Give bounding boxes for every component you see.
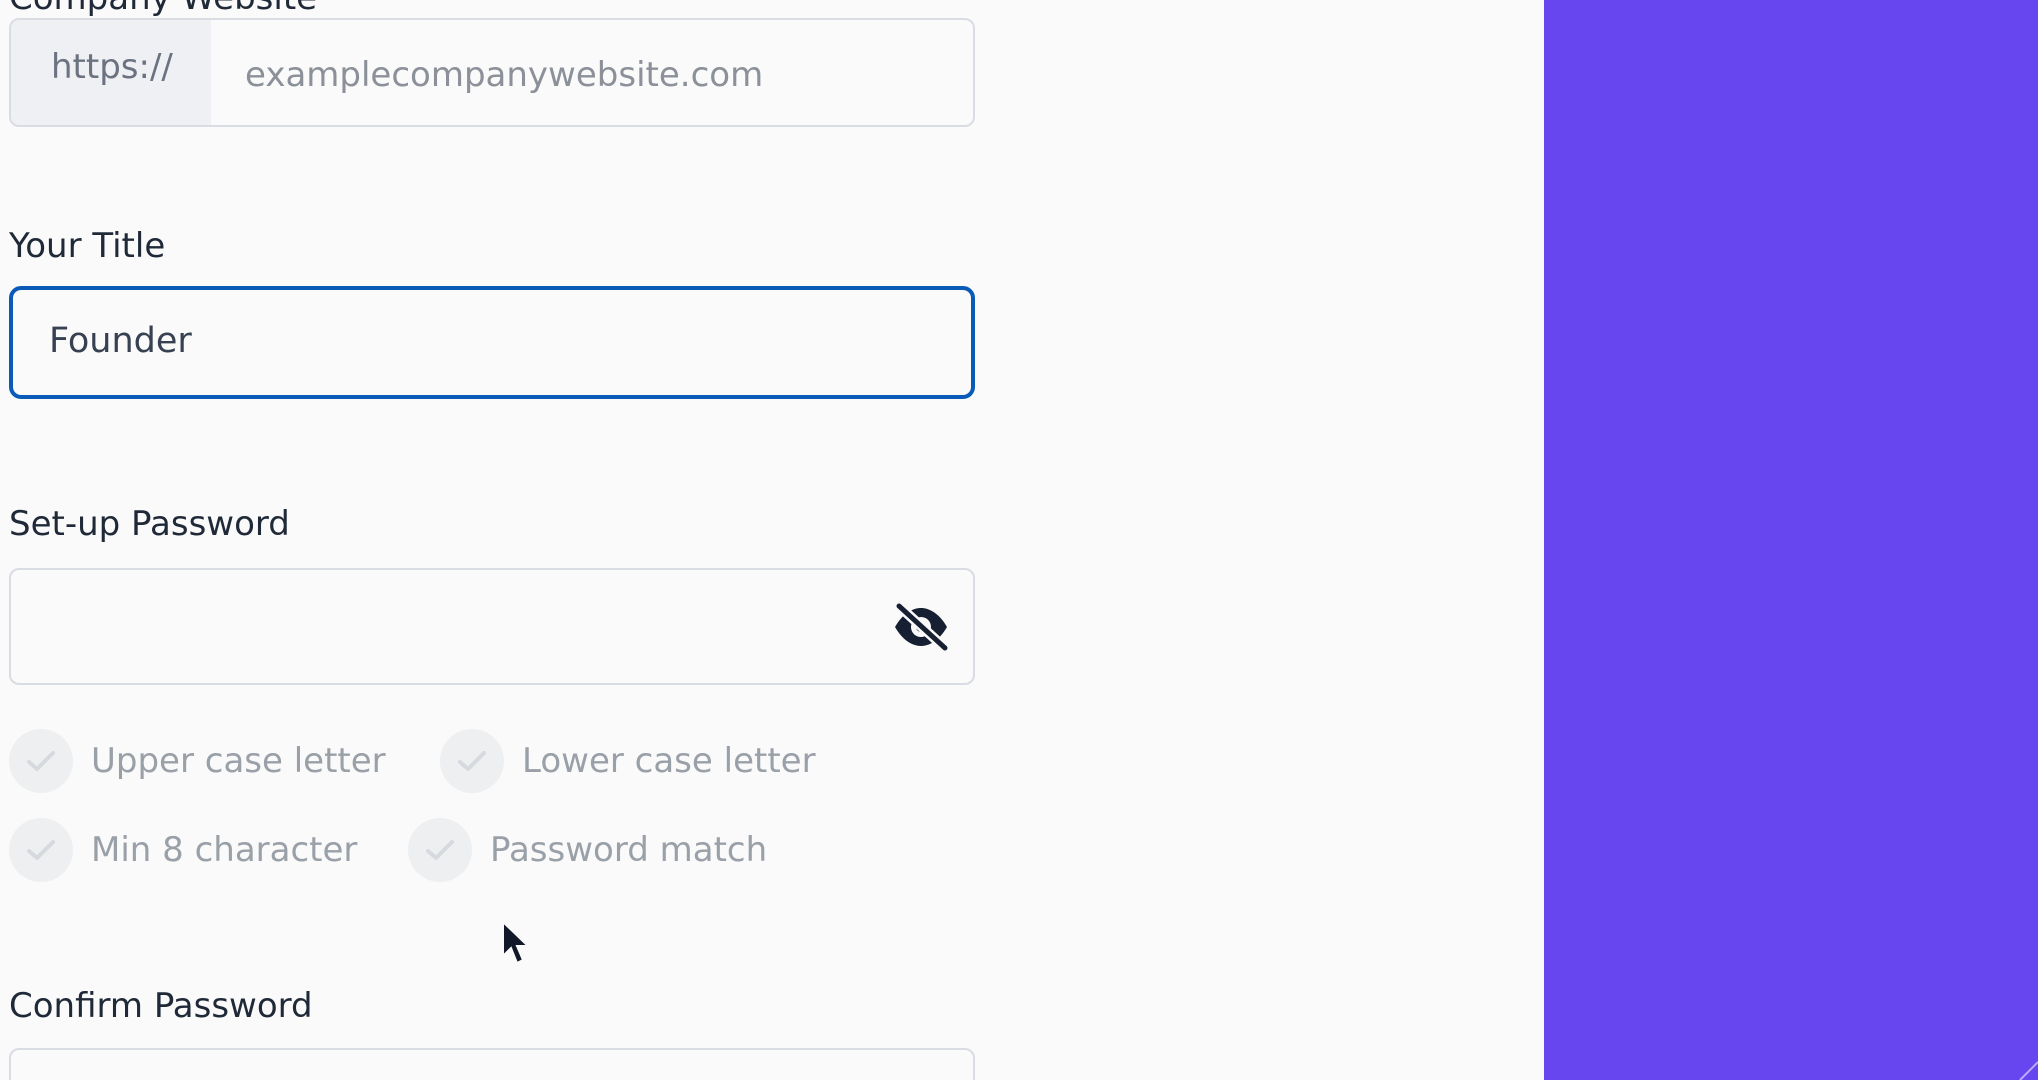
url-prefix-text: https:// xyxy=(51,47,173,87)
resize-handle-icon xyxy=(2019,1061,2038,1080)
url-prefix: https:// xyxy=(11,20,211,125)
company-website-field[interactable]: https:// examplecompanywebsite.com xyxy=(9,18,975,127)
requirement-min-length: Min 8 character xyxy=(9,818,357,882)
signup-form: Company Website https:// examplecompanyw… xyxy=(9,0,979,1080)
company-website-input[interactable]: examplecompanywebsite.com xyxy=(245,58,763,92)
setup-password-field[interactable] xyxy=(9,568,975,685)
requirement-upper-case: Upper case letter xyxy=(9,729,386,793)
your-title-input[interactable]: Founder xyxy=(49,324,192,359)
check-icon xyxy=(408,818,472,882)
requirement-label: Password match xyxy=(490,830,768,870)
mouse-cursor-icon xyxy=(502,920,531,965)
your-title-label: Your Title xyxy=(9,226,166,266)
company-website-label: Company Website xyxy=(9,0,317,18)
check-icon xyxy=(9,729,73,793)
check-icon xyxy=(9,818,73,882)
requirement-label: Lower case letter xyxy=(522,741,816,781)
requirement-label: Min 8 character xyxy=(91,830,358,870)
your-title-field[interactable]: Founder xyxy=(9,286,975,399)
eye-slash-icon[interactable] xyxy=(891,600,951,654)
brand-panel xyxy=(1544,0,2038,1080)
eye-slash-icon[interactable] xyxy=(891,1070,951,1080)
requirement-password-match: Password match xyxy=(408,818,767,882)
check-icon xyxy=(440,729,504,793)
requirement-label: Upper case letter xyxy=(91,741,386,781)
confirm-password-label: Confirm Password xyxy=(9,986,313,1026)
signup-page: Company Website https:// examplecompanyw… xyxy=(0,0,2038,1080)
confirm-password-field[interactable] xyxy=(9,1048,975,1080)
requirement-lower-case: Lower case letter xyxy=(440,729,816,793)
setup-password-label: Set-up Password xyxy=(9,504,290,544)
